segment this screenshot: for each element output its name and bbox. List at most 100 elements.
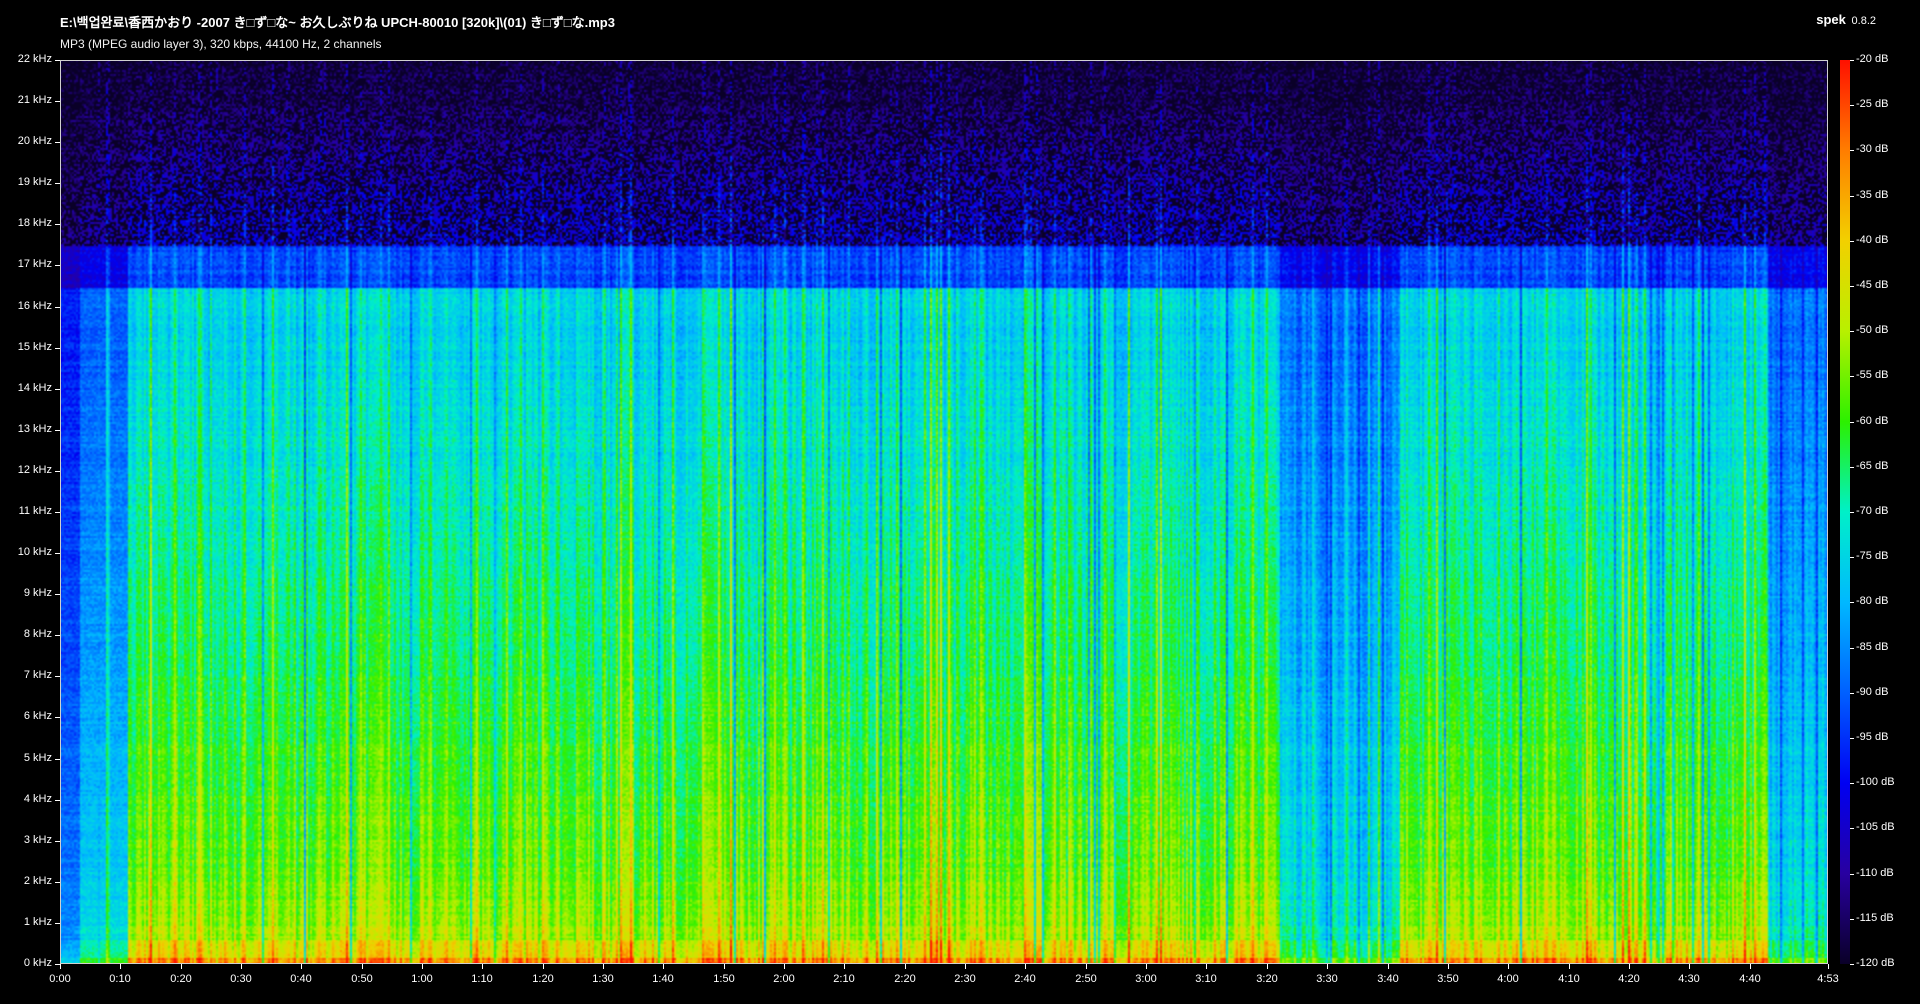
time-tick-mark <box>1388 964 1389 969</box>
time-tick-label: 0:40 <box>290 973 312 985</box>
db-tick-mark <box>1850 919 1854 920</box>
freq-tick-label: 2 kHz <box>23 875 52 887</box>
db-tick-mark <box>1850 602 1854 603</box>
freq-tick-label: 11 kHz <box>18 505 52 517</box>
stream-info: MP3 (MPEG audio layer 3), 320 kbps, 4410… <box>60 37 382 51</box>
time-tick-mark <box>603 964 604 969</box>
freq-tick-mark <box>55 553 60 554</box>
freq-tick-label: 16 kHz <box>17 300 52 312</box>
db-tick-label: -80 dB <box>1856 595 1889 607</box>
time-tick-label: 0:10 <box>109 973 131 985</box>
time-tick-mark <box>482 964 483 969</box>
freq-tick-mark <box>55 389 60 390</box>
time-tick-mark <box>1569 964 1570 969</box>
db-tick-label: -40 dB <box>1856 234 1889 246</box>
freq-tick-label: 15 kHz <box>17 341 52 353</box>
db-tick-label: -90 dB <box>1856 686 1889 698</box>
db-tick-label: -60 dB <box>1856 415 1889 427</box>
time-tick-mark <box>784 964 785 969</box>
freq-tick-mark <box>55 923 60 924</box>
time-tick-label: 3:20 <box>1256 973 1278 985</box>
db-tick-label: -25 dB <box>1856 98 1889 110</box>
db-tick-label: -35 dB <box>1856 189 1889 201</box>
db-tick-label: -30 dB <box>1856 143 1889 155</box>
time-tick-label: 4:20 <box>1618 973 1640 985</box>
freq-tick-label: 17 kHz <box>17 258 52 270</box>
time-tick-mark <box>1508 964 1509 969</box>
time-tick-mark <box>905 964 906 969</box>
db-tick-mark <box>1850 693 1854 694</box>
time-tick-mark <box>60 964 61 969</box>
freq-tick-label: 20 kHz <box>17 135 52 147</box>
time-tick-mark <box>663 964 664 969</box>
db-tick-label: -75 dB <box>1856 550 1889 562</box>
time-tick-label: 1:40 <box>652 973 674 985</box>
time-tick-label: 2:00 <box>773 973 795 985</box>
time-tick-label: 0:00 <box>49 973 71 985</box>
db-tick-mark <box>1850 286 1854 287</box>
freq-tick-mark <box>55 430 60 431</box>
db-tick-label: -105 dB <box>1856 821 1895 833</box>
freq-tick-label: 4 kHz <box>23 793 52 805</box>
time-tick-label: 3:00 <box>1135 973 1157 985</box>
time-tick-label: 3:50 <box>1437 973 1459 985</box>
db-tick-label: -45 dB <box>1856 279 1889 291</box>
db-tick-label: -55 dB <box>1856 369 1889 381</box>
time-tick-mark <box>301 964 302 969</box>
time-tick-mark <box>1025 964 1026 969</box>
db-tick-label: -95 dB <box>1856 731 1889 743</box>
freq-tick-mark <box>55 60 60 61</box>
time-tick-label: 4:40 <box>1739 973 1761 985</box>
db-color-scale <box>1840 60 1850 964</box>
freq-tick-label: 6 kHz <box>23 710 52 722</box>
time-tick-label: 2:10 <box>833 973 855 985</box>
db-tick-label: -70 dB <box>1856 505 1889 517</box>
freq-tick-mark <box>55 800 60 801</box>
time-tick-mark <box>241 964 242 969</box>
app-version: 0.8.2 <box>1851 15 1876 27</box>
freq-tick-label: 13 kHz <box>17 423 52 435</box>
spectrogram-canvas[interactable] <box>60 60 1828 964</box>
time-tick-mark <box>1267 964 1268 969</box>
time-tick-mark <box>1327 964 1328 969</box>
time-tick-label: 2:50 <box>1075 973 1097 985</box>
db-tick-label: -120 dB <box>1856 957 1895 969</box>
time-tick-label: 2:20 <box>894 973 916 985</box>
db-tick-mark <box>1850 964 1854 965</box>
time-tick-mark <box>1206 964 1207 969</box>
time-tick-label: 1:20 <box>532 973 554 985</box>
db-tick-mark <box>1850 783 1854 784</box>
app-brand: spek 0.8.2 <box>1816 12 1876 27</box>
freq-tick-label: 21 kHz <box>17 94 52 106</box>
db-tick-label: -50 dB <box>1856 324 1889 336</box>
db-tick-label: -20 dB <box>1856 53 1889 65</box>
db-tick-mark <box>1850 105 1854 106</box>
db-tick-mark <box>1850 828 1854 829</box>
time-tick-label: 1:30 <box>592 973 614 985</box>
freq-tick-mark <box>55 265 60 266</box>
db-tick-mark <box>1850 150 1854 151</box>
freq-tick-label: 3 kHz <box>23 834 52 846</box>
time-tick-label: 1:00 <box>411 973 433 985</box>
db-tick-mark <box>1850 376 1854 377</box>
time-tick-mark <box>422 964 423 969</box>
db-tick-mark <box>1850 648 1854 649</box>
time-tick-mark <box>844 964 845 969</box>
time-tick-label: 1:10 <box>471 973 493 985</box>
db-tick-label: -85 dB <box>1856 641 1889 653</box>
time-tick-label: 0:30 <box>230 973 252 985</box>
db-tick-mark <box>1850 874 1854 875</box>
freq-tick-label: 1 kHz <box>23 916 52 928</box>
freq-tick-mark <box>55 512 60 513</box>
freq-tick-label: 18 kHz <box>17 217 52 229</box>
freq-tick-mark <box>55 307 60 308</box>
freq-tick-mark <box>55 717 60 718</box>
time-tick-label: 4:00 <box>1497 973 1519 985</box>
time-tick-label: 2:40 <box>1014 973 1036 985</box>
time-tick-mark <box>1750 964 1751 969</box>
time-tick-label: 4:30 <box>1678 973 1700 985</box>
time-tick-label: 4:10 <box>1558 973 1580 985</box>
db-tick-label: -65 dB <box>1856 460 1889 472</box>
freq-tick-mark <box>55 142 60 143</box>
time-tick-label: 3:40 <box>1377 973 1399 985</box>
